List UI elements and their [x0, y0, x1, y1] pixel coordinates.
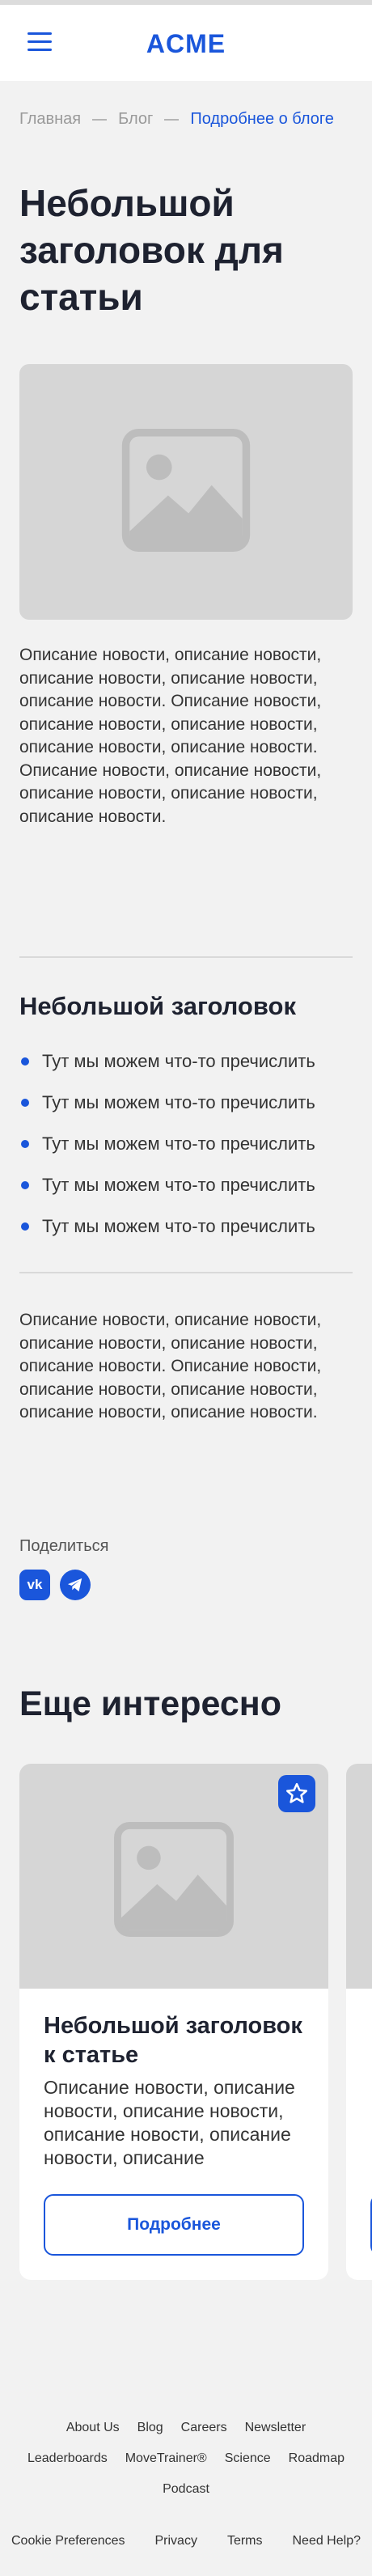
card-image — [346, 1764, 372, 1989]
footer-link-movetrainer[interactable]: MoveTrainer® — [125, 2451, 207, 2466]
footer-link-terms[interactable]: Terms — [227, 2534, 263, 2548]
share-label: Поделиться — [19, 1537, 109, 1555]
star-icon — [286, 1782, 307, 1803]
breadcrumb-home[interactable]: Главная — [19, 110, 81, 128]
footer-link-careers[interactable]: Careers — [181, 2421, 227, 2435]
footer-link-help[interactable]: Need Help? — [292, 2534, 361, 2548]
footer-links-row: About Us Blog Careers Newsletter — [0, 2421, 372, 2435]
share-icons: vk — [19, 1570, 91, 1600]
bullet-list: Тут мы можем что-то пречислить Тут мы мо… — [19, 1040, 315, 1247]
footer-link-podcast[interactable]: Podcast — [163, 2482, 209, 2497]
list-item: Тут мы можем что-то пречислить — [19, 1205, 315, 1247]
section-title: Небольшой заголовок — [19, 992, 296, 1020]
list-item: Тут мы можем что-то пречислить — [19, 1082, 315, 1123]
details-button[interactable]: Подробнее — [44, 2194, 304, 2256]
footer-legal-row: Cookie Preferences Privacy Terms Need He… — [0, 2534, 372, 2548]
list-item: Тут мы можем что-то пречислить — [19, 1164, 315, 1205]
breadcrumb-separator — [164, 118, 180, 121]
footer-links-row: Podcast — [0, 2482, 372, 2497]
breadcrumb-current[interactable]: Подробнее о блоге — [190, 110, 334, 128]
footer-links-row: Leaderboards MoveTrainer® Science Roadma… — [0, 2451, 372, 2466]
breadcrumb-blog[interactable]: Блог — [118, 110, 153, 128]
divider — [19, 956, 353, 958]
telegram-icon[interactable] — [60, 1570, 91, 1600]
footer-link-about[interactable]: About Us — [66, 2421, 120, 2435]
more-section-title: Еще интересно — [19, 1684, 281, 1723]
article-paragraph: Описание новости, описание новости, опис… — [19, 1311, 322, 1421]
divider — [19, 1272, 353, 1273]
image-placeholder-icon — [121, 429, 251, 552]
header: ACME — [0, 5, 372, 81]
card-text: Описание новости, описание новости, опис… — [44, 2077, 295, 2168]
card-image — [19, 1764, 328, 1989]
article-paragraph: Описание новости, описание новости, опис… — [19, 646, 322, 826]
article-card[interactable]: Небольшой заголовок к статье Описание но… — [19, 1764, 328, 2280]
breadcrumb: Главная Блог Подробнее о блоге — [19, 110, 334, 129]
hero-image — [19, 364, 353, 620]
footer-link-science[interactable]: Science — [225, 2451, 271, 2466]
list-item: Тут мы можем что-то пречислить — [19, 1040, 315, 1082]
image-placeholder-icon — [114, 1822, 234, 1937]
favorite-button[interactable] — [278, 1775, 315, 1812]
vk-icon-text: vk — [27, 1577, 43, 1592]
footer-link-blog[interactable]: Blog — [137, 2421, 163, 2435]
footer-link-newsletter[interactable]: Newsletter — [245, 2421, 306, 2435]
vk-icon[interactable]: vk — [19, 1570, 50, 1600]
footer-link-cookies[interactable]: Cookie Preferences — [11, 2534, 125, 2548]
breadcrumb-separator — [92, 118, 108, 121]
next-card-peek[interactable] — [346, 1764, 372, 2280]
footer-link-leaderboards[interactable]: Leaderboards — [27, 2451, 108, 2466]
telegram-plane-icon — [67, 1578, 82, 1592]
card-title: Небольшой заголовок к статье — [44, 2013, 302, 2068]
footer-link-roadmap[interactable]: Roadmap — [289, 2451, 345, 2466]
footer-link-privacy[interactable]: Privacy — [155, 2534, 197, 2548]
list-item: Тут мы можем что-то пречислить — [19, 1123, 315, 1164]
page-title: Небольшой заголовок для статьи — [19, 182, 284, 318]
logo[interactable]: ACME — [0, 29, 372, 59]
